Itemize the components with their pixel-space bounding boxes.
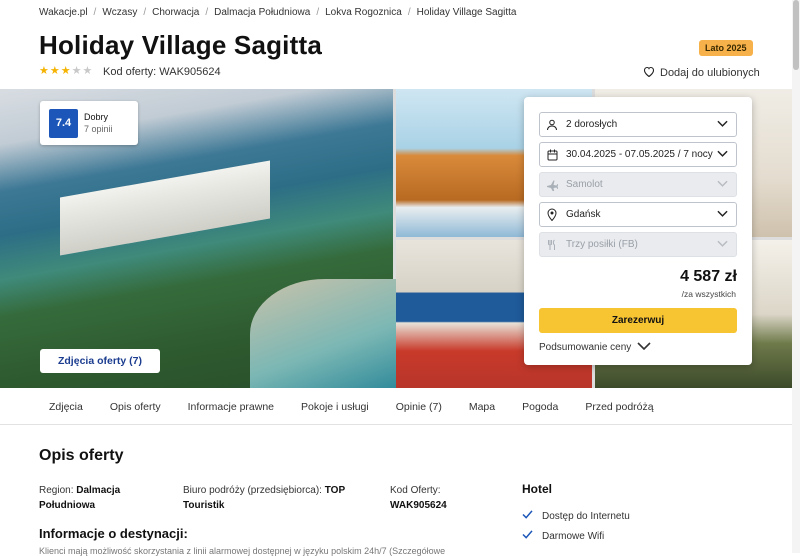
star-empty-icon: ★ <box>71 65 82 77</box>
price-note: /za wszystkich <box>681 289 736 299</box>
photos-button[interactable]: Zdjęcia oferty (7) <box>40 349 160 373</box>
board-select[interactable]: Trzy posiłki (FB) <box>539 232 737 257</box>
breadcrumb-separator: / <box>93 7 97 18</box>
tab-legal-info[interactable]: Informacje prawne <box>188 401 274 413</box>
transport-value: Samolot <box>566 179 603 190</box>
check-icon <box>522 530 533 542</box>
hotel-feature-label: Dostęp do Internetu <box>542 510 630 522</box>
beach-shape <box>250 279 400 388</box>
tab-before-trip[interactable]: Przed podróżą <box>585 401 653 413</box>
season-badge: Lato 2025 <box>699 40 753 56</box>
transport-select[interactable]: Samolot <box>539 172 737 197</box>
hotel-feature: Dostęp do Internetu <box>522 510 630 522</box>
check-icon <box>522 510 533 522</box>
offer-code: Kod oferty: WAK905624 <box>103 66 221 78</box>
destination-title: Informacje o destynacji: <box>39 526 188 541</box>
reserve-button[interactable]: Zarezerwuj <box>539 308 737 333</box>
star-icon: ★ <box>39 65 49 77</box>
section-title: Opis oferty <box>39 447 124 464</box>
destination-text: Klienci mają możliwość skorzystania z li… <box>39 546 446 556</box>
calendar-icon <box>546 149 558 161</box>
total-price: 4 587 zł <box>680 268 737 285</box>
breadcrumb-separator: / <box>143 7 147 18</box>
price-summary-toggle[interactable]: Podsumowanie ceny <box>539 342 651 353</box>
chevron-down-icon <box>717 210 728 221</box>
dates-select[interactable]: 30.04.2025 - 07.05.2025 / 7 nocy <box>539 142 737 167</box>
hotel-building-shape <box>60 160 270 256</box>
breadcrumb-item[interactable]: Wakacje.pl <box>39 7 88 18</box>
booking-panel: 2 dorosłych 30.04.2025 - 07.05.2025 / 7 … <box>524 97 752 365</box>
board-value: Trzy posiłki (FB) <box>566 239 638 250</box>
offer-code-info: Kod Oferty: WAK905624 <box>390 483 500 513</box>
scrollbar-thumb[interactable] <box>793 0 799 70</box>
star-empty-icon: ★ <box>82 65 93 77</box>
departure-value: Gdańsk <box>566 209 601 220</box>
breadcrumb-item[interactable]: Lokva Rogoznica <box>325 7 402 18</box>
chevron-down-icon <box>717 120 728 131</box>
offer-tabs: Zdjęcia Opis oferty Informacje prawne Po… <box>0 389 800 425</box>
tab-photos[interactable]: Zdjęcia <box>49 401 83 413</box>
rating-opinions: 7 opinii <box>84 124 113 134</box>
add-to-favorites-button[interactable]: Dodaj do ulubionych <box>643 66 760 80</box>
guests-value: 2 dorosłych <box>566 119 618 130</box>
chevron-down-icon <box>637 342 651 353</box>
region-info: Region: Dalmacja Południowa <box>39 483 169 513</box>
tab-map[interactable]: Mapa <box>469 401 495 413</box>
favorite-label: Dodaj do ulubionych <box>660 67 760 79</box>
offer-code-label: Kod Oferty: <box>390 485 441 496</box>
offer-code-value: WAK905624 <box>390 500 447 511</box>
breadcrumb-separator: / <box>316 7 320 18</box>
breadcrumb-item[interactable]: Wczasy <box>102 7 137 18</box>
agency-label: Biuro podróży (przedsiębiorca): <box>183 485 322 496</box>
rating-label: Dobry <box>84 112 109 122</box>
plane-icon <box>546 179 558 191</box>
breadcrumb-current: Holiday Village Sagitta <box>416 7 517 18</box>
tab-description[interactable]: Opis oferty <box>110 401 161 413</box>
price-summary-label: Podsumowanie ceny <box>539 342 632 353</box>
scrollbar[interactable] <box>792 0 800 553</box>
chevron-down-icon <box>717 150 728 161</box>
dates-value: 30.04.2025 - 07.05.2025 / 7 nocy <box>566 149 713 160</box>
rating-card: 7.4 Dobry 7 opinii <box>40 101 138 145</box>
tab-rooms-services[interactable]: Pokoje i usługi <box>301 401 369 413</box>
hotel-section-title: Hotel <box>522 482 552 496</box>
breadcrumb-separator: / <box>205 7 209 18</box>
cutlery-icon <box>546 239 558 251</box>
chevron-down-icon <box>717 180 728 191</box>
tab-reviews[interactable]: Opinie (7) <box>396 401 442 413</box>
page-title: Holiday Village Sagitta <box>39 30 322 60</box>
hotel-feature-label: Darmowe Wifi <box>542 530 605 542</box>
hotel-feature: Darmowe Wifi <box>522 530 604 542</box>
person-icon <box>546 119 558 131</box>
breadcrumb-item[interactable]: Dalmacja Południowa <box>214 7 310 18</box>
guests-select[interactable]: 2 dorosłych <box>539 112 737 137</box>
star-icon: ★ <box>60 65 71 77</box>
location-pin-icon <box>546 208 558 221</box>
chevron-down-icon <box>717 240 728 251</box>
departure-select[interactable]: Gdańsk <box>539 202 737 227</box>
star-icon: ★ <box>49 65 60 77</box>
star-rating: ★ ★ ★ ★ ★ <box>39 66 92 77</box>
breadcrumb: Wakacje.pl / Wczasy / Chorwacja / Dalmacja … <box>39 7 516 18</box>
breadcrumb-separator: / <box>407 7 411 18</box>
rating-score: 7.4 <box>49 108 78 138</box>
breadcrumb-item[interactable]: Chorwacja <box>152 7 199 18</box>
heart-icon <box>643 66 655 80</box>
region-label: Region: <box>39 485 74 496</box>
agency-info: Biuro podróży (przedsiębiorca): TOP Tour… <box>183 483 368 513</box>
tab-weather[interactable]: Pogoda <box>522 401 558 413</box>
